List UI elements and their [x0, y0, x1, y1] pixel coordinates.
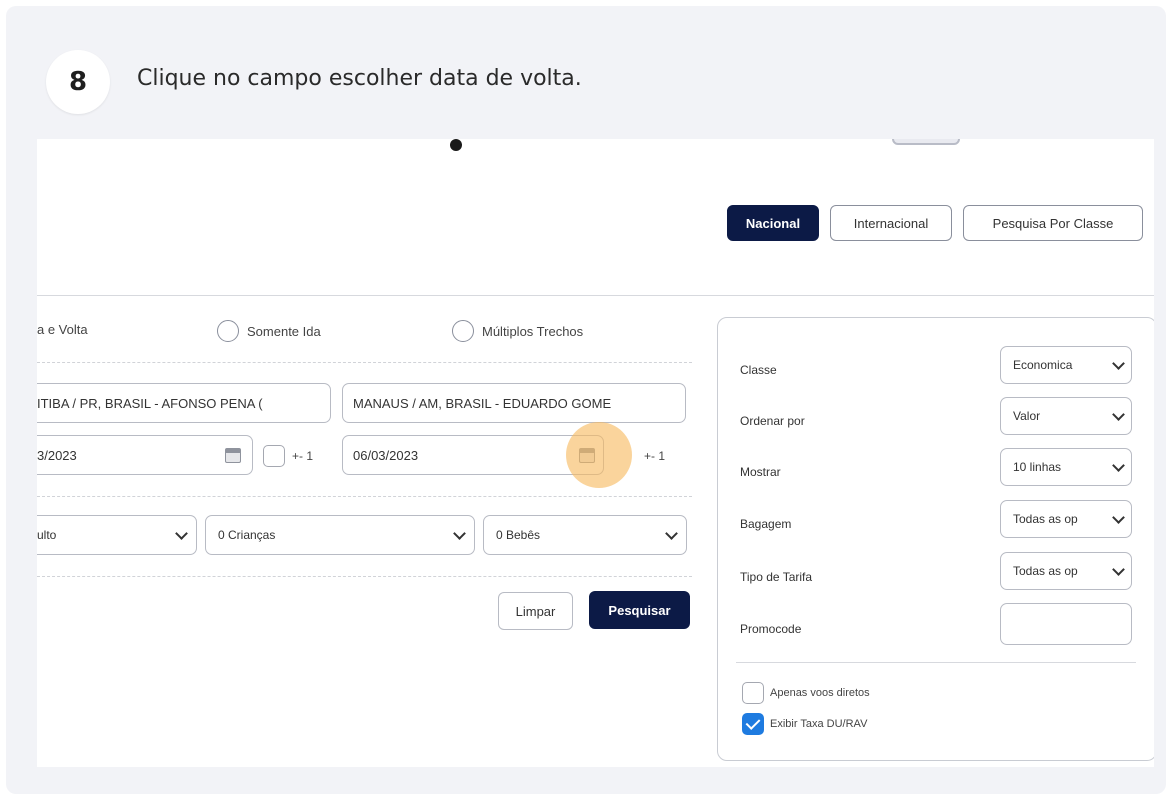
- step-number-badge: 8: [46, 50, 110, 114]
- return-date-value: 06/03/2023: [353, 447, 419, 463]
- screenshot-area: Nacional Internacional Pesquisa Por Clas…: [37, 139, 1154, 767]
- chevron-down-icon: [453, 527, 466, 540]
- mostrar-select[interactable]: 10 linhas: [1000, 448, 1132, 486]
- diretos-checkbox[interactable]: [742, 682, 764, 704]
- top-pill-button[interactable]: [892, 139, 960, 145]
- origin-value: ITIBA / PR, BRASIL - AFONSO PENA (: [37, 395, 263, 411]
- origin-input[interactable]: ITIBA / PR, BRASIL - AFONSO PENA (: [37, 383, 331, 423]
- tarifa-select[interactable]: Todas as op: [1000, 552, 1132, 590]
- children-select[interactable]: 0 Crianças: [205, 515, 475, 555]
- destination-value: MANAUS / AM, BRASIL - EDUARDO GOME: [353, 395, 612, 411]
- radio-somente-ida[interactable]: Somente Ida: [217, 320, 321, 342]
- search-button[interactable]: Pesquisar: [589, 591, 690, 629]
- departure-date-input[interactable]: 3/2023: [37, 435, 253, 475]
- filters-panel: Classe Economica Ordenar por Valor Mostr…: [717, 317, 1154, 761]
- destination-input[interactable]: MANAUS / AM, BRASIL - EDUARDO GOME: [342, 383, 686, 423]
- radio-multiplos-trechos-label: Múltiplos Trechos: [482, 323, 584, 339]
- adults-value: ulto: [37, 528, 57, 542]
- bagagem-value: Todas as op: [1013, 512, 1078, 526]
- radio-somente-ida-label: Somente Ida: [247, 323, 321, 339]
- diretos-label: Apenas voos diretos: [770, 687, 870, 699]
- departure-flex-label: +- 1: [292, 449, 314, 463]
- children-value: 0 Crianças: [218, 528, 276, 542]
- mostrar-value: 10 linhas: [1013, 460, 1062, 474]
- ordenar-value: Valor: [1013, 409, 1041, 423]
- infants-select[interactable]: 0 Bebês: [483, 515, 687, 555]
- tab-nacional[interactable]: Nacional: [727, 205, 819, 241]
- chevron-down-icon: [175, 527, 188, 540]
- chevron-down-icon: [665, 527, 678, 540]
- section-divider: [37, 362, 692, 363]
- section-divider: [37, 576, 692, 577]
- classe-select[interactable]: Economica: [1000, 346, 1132, 384]
- radio-ida-e-volta-label: a e Volta: [37, 322, 88, 337]
- taxa-label: Exibir Taxa DU/RAV: [770, 718, 868, 730]
- mostrar-label: Mostrar: [740, 465, 781, 479]
- chevron-down-icon: [1112, 563, 1125, 576]
- tarifa-label: Tipo de Tarifa: [740, 570, 813, 584]
- clear-button[interactable]: Limpar: [498, 592, 573, 630]
- header-divider: [37, 295, 1154, 296]
- chevron-down-icon: [1112, 459, 1125, 472]
- section-divider: [37, 496, 692, 497]
- radio-ida-e-volta[interactable]: a e Volta: [37, 322, 88, 337]
- radio-circle-icon[interactable]: [217, 320, 239, 342]
- departure-flex-checkbox[interactable]: [263, 445, 285, 467]
- chevron-down-icon: [1112, 408, 1125, 421]
- adults-select[interactable]: ulto: [37, 515, 197, 555]
- step-instruction: Clique no campo escolher data de volta.: [137, 66, 582, 91]
- tarifa-value: Todas as op: [1013, 564, 1078, 578]
- classe-value: Economica: [1013, 358, 1073, 372]
- promocode-input[interactable]: [1000, 603, 1132, 645]
- radio-multiplos-trechos[interactable]: Múltiplos Trechos: [452, 320, 583, 342]
- bagagem-label: Bagagem: [740, 517, 792, 531]
- classe-label: Classe: [740, 363, 777, 377]
- click-highlight-indicator: [566, 422, 632, 488]
- ordenar-select[interactable]: Valor: [1000, 397, 1132, 435]
- calendar-icon[interactable]: [225, 448, 241, 463]
- chevron-down-icon: [1112, 357, 1125, 370]
- chevron-down-icon: [1112, 511, 1125, 524]
- departure-date-value: 3/2023: [37, 447, 77, 463]
- return-date-input[interactable]: 06/03/2023: [342, 435, 604, 475]
- return-flex-label: +- 1: [644, 449, 666, 463]
- tab-internacional[interactable]: Internacional: [830, 205, 952, 241]
- radio-circle-icon[interactable]: [452, 320, 474, 342]
- infants-value: 0 Bebês: [496, 528, 541, 542]
- ordenar-label: Ordenar por: [740, 414, 805, 428]
- bagagem-select[interactable]: Todas as op: [1000, 500, 1132, 538]
- tab-pesquisa-por-classe[interactable]: Pesquisa Por Classe: [963, 205, 1143, 241]
- taxa-checkbox[interactable]: [742, 713, 764, 735]
- panel-divider: [736, 662, 1136, 663]
- top-indicator-dot: [450, 139, 462, 151]
- promocode-label: Promocode: [740, 622, 802, 636]
